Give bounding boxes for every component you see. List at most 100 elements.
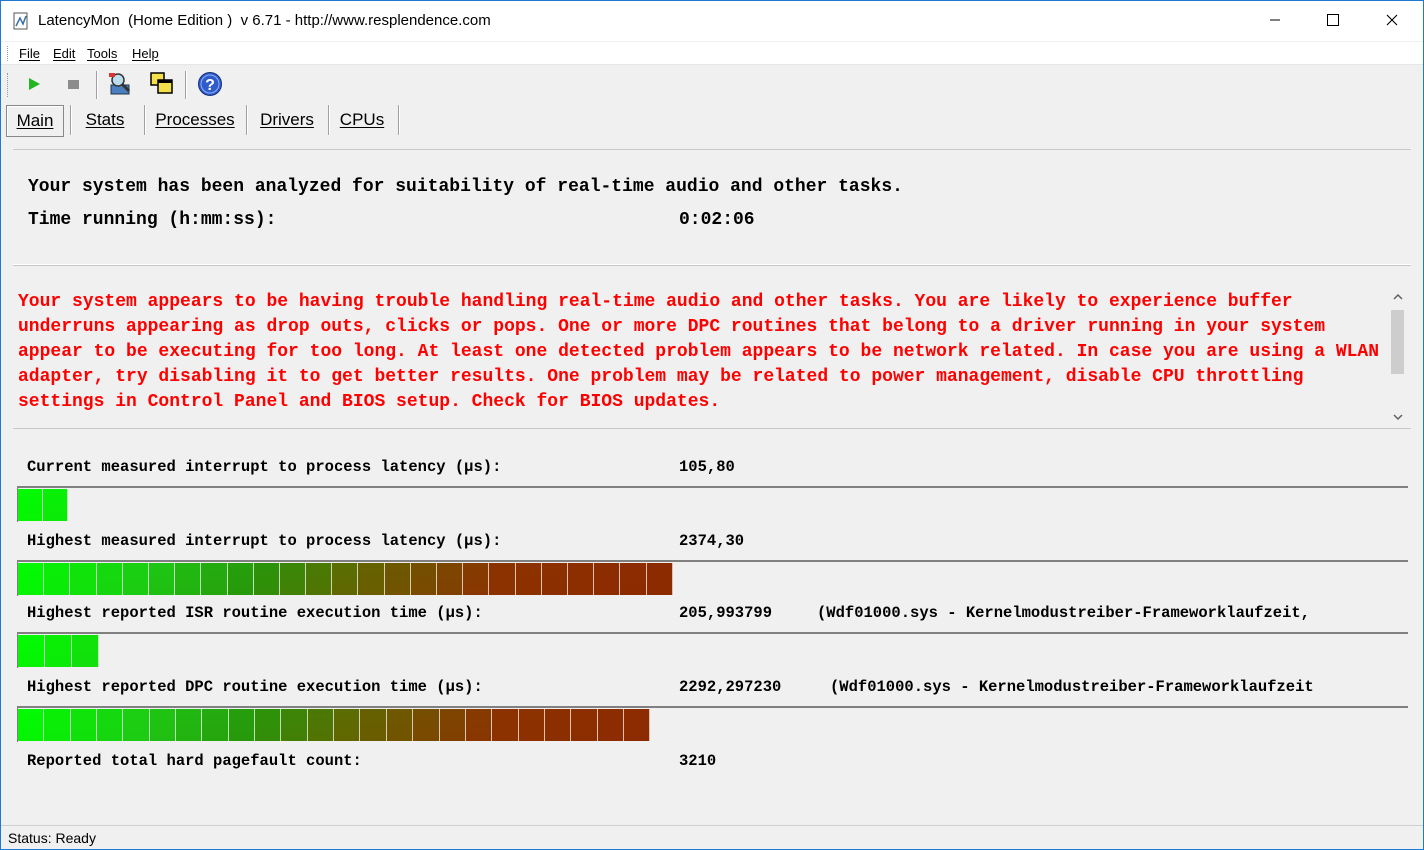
menu-edit[interactable]: Edit	[53, 46, 75, 61]
latency-bar-segment	[465, 709, 493, 741]
warning-text: Your system appears to be having trouble…	[18, 292, 1390, 412]
status-bar: Status: Ready	[1, 825, 1423, 849]
latency-bar-segment	[439, 709, 466, 741]
latency-bar-segment	[410, 563, 437, 595]
latency-bar-fill	[18, 563, 673, 595]
menu-file[interactable]: File	[19, 46, 40, 61]
latency-bar-segment	[175, 563, 202, 595]
scroll-down-button[interactable]	[1389, 408, 1406, 425]
latency-bar-segment	[594, 563, 621, 595]
tab-separator	[144, 105, 145, 135]
toolbar: ?	[1, 65, 1423, 103]
menu-bar: File Edit Tools Help	[1, 42, 1423, 65]
latency-bar-segment	[332, 563, 359, 595]
latency-bar-segment	[227, 563, 254, 595]
latency-bar-segment	[279, 563, 307, 595]
start-button[interactable]	[21, 72, 47, 98]
latency-bar-segment	[306, 563, 333, 595]
current-latency-bar	[17, 486, 1408, 522]
tab-separator	[246, 105, 247, 135]
window-title: LatencyMon (Home Edition ) v 6.71 - http…	[38, 12, 491, 29]
latency-bar-segment	[122, 563, 149, 595]
tab-separator	[328, 105, 329, 135]
current-latency-label: Current measured interrupt to process la…	[27, 458, 502, 476]
windows-button[interactable]	[149, 71, 175, 98]
latency-bar-segment	[253, 563, 280, 595]
latency-bar-segment	[646, 563, 673, 595]
toolbar-separator	[96, 71, 97, 99]
close-button[interactable]	[1363, 1, 1421, 41]
latency-bar-segment	[18, 563, 45, 595]
latency-bar-segment	[437, 563, 464, 595]
latency-bar-segment	[281, 709, 308, 741]
latency-bar-segment	[18, 635, 45, 667]
tab-main[interactable]: Main	[6, 105, 64, 137]
tab-drivers[interactable]: Drivers	[253, 105, 321, 135]
tab-separator	[398, 105, 399, 135]
pagefault-value: 3210	[679, 752, 717, 770]
latency-bar-segment	[492, 709, 519, 741]
latency-bar-segment	[515, 563, 542, 595]
latency-bar-segment	[413, 709, 440, 741]
latency-bar-segment	[358, 563, 385, 595]
latency-bar-segment	[360, 709, 387, 741]
latency-bar-segment	[571, 709, 598, 741]
minimize-button[interactable]	[1246, 1, 1304, 41]
latency-bar-segment	[71, 635, 99, 667]
latency-bar-segment	[148, 563, 176, 595]
inspect-button[interactable]	[107, 72, 133, 98]
latency-bar-segment	[567, 563, 595, 595]
highest-isr-driver: (Wdf01000.sys - Kernelmodustreiber-Frame…	[817, 604, 1310, 622]
tab-cpus[interactable]: CPUs	[335, 105, 389, 135]
latency-bar-segment	[18, 709, 45, 741]
scroll-thumb[interactable]	[1391, 310, 1404, 374]
stop-button[interactable]	[60, 72, 86, 98]
inspect-icon	[107, 71, 133, 100]
stop-icon	[65, 76, 81, 95]
highest-dpc-value: 2292,297230	[679, 678, 782, 696]
latency-bar-segment	[70, 563, 97, 595]
latency-bar-segment	[384, 563, 411, 595]
latency-bar-segment	[307, 709, 335, 741]
tab-processes[interactable]: Processes	[151, 105, 239, 135]
menu-grip	[7, 46, 11, 61]
toolbar-separator	[185, 71, 186, 99]
latency-bar-segment	[201, 563, 228, 595]
latency-bar-segment	[255, 709, 282, 741]
highest-dpc-driver: (Wdf01000.sys - Kernelmodustreiber-Frame…	[830, 678, 1314, 696]
latency-bar-segment	[44, 563, 71, 595]
play-icon	[26, 76, 42, 95]
latency-bar-segment	[597, 709, 624, 741]
help-button[interactable]: ?	[197, 71, 223, 98]
scroll-up-button[interactable]	[1389, 288, 1406, 305]
tab-stats[interactable]: Stats	[77, 105, 133, 135]
highest-dpc-bar	[17, 706, 1408, 742]
latency-bar-segment	[44, 709, 71, 741]
title-bar[interactable]: LatencyMon (Home Edition ) v 6.71 - http…	[1, 1, 1423, 41]
tab-strip: Main Stats Processes Drivers CPUs	[1, 103, 1423, 137]
pagefault-label: Reported total hard pagefault count:	[27, 752, 362, 770]
latency-bar-segment	[149, 709, 177, 741]
menu-tools[interactable]: Tools	[87, 46, 117, 61]
latency-bar-segment	[489, 563, 516, 595]
toolbar-grip	[7, 73, 11, 97]
maximize-icon	[1327, 13, 1339, 29]
app-window: LatencyMon (Home Edition ) v 6.71 - http…	[0, 0, 1424, 850]
latency-bar-segment	[228, 709, 256, 741]
latency-bar-segment	[544, 709, 572, 741]
highest-isr-bar	[17, 632, 1408, 668]
latency-bar-segment	[463, 563, 490, 595]
latency-bar-fill	[18, 635, 99, 667]
highest-dpc-label: Highest reported DPC routine execution t…	[27, 678, 483, 696]
minimize-icon	[1269, 14, 1281, 29]
menu-help[interactable]: Help	[132, 46, 159, 61]
time-running-label: Time running (h:mm:ss):	[28, 210, 277, 230]
latency-bar-segment	[202, 709, 229, 741]
tab-separator	[70, 105, 71, 135]
warning-box[interactable]: Your system appears to be having trouble…	[13, 265, 1411, 429]
current-latency-value: 105,80	[679, 458, 735, 476]
warning-scrollbar[interactable]	[1389, 288, 1406, 426]
time-running-value: 0:02:06	[679, 210, 755, 230]
close-icon	[1386, 14, 1398, 29]
maximize-button[interactable]	[1304, 1, 1362, 41]
